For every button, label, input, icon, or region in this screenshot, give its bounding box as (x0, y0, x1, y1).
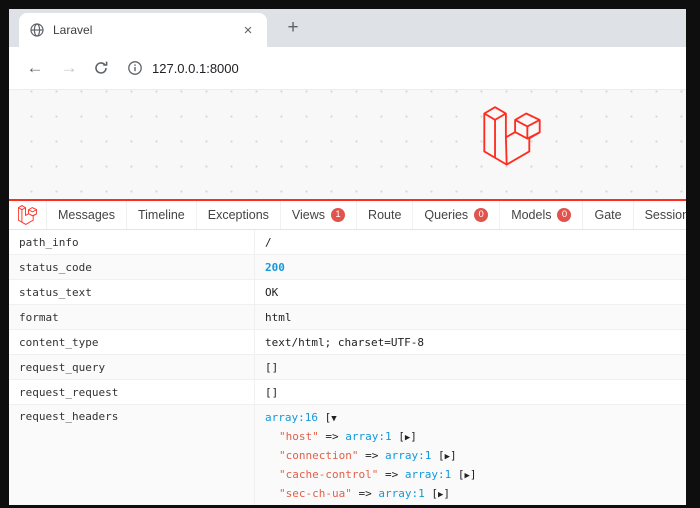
row-value: OK (265, 285, 279, 299)
dump-type: array:1 (378, 487, 425, 500)
tab-timeline[interactable]: Timeline (127, 201, 197, 229)
tab-label: Gate (594, 208, 622, 222)
dump-bracket: ] (410, 430, 417, 443)
tab-views[interactable]: Views 1 (281, 201, 358, 229)
browser-tab-bar: Laravel × + (9, 9, 686, 47)
expand-toggle[interactable]: [▶] (398, 430, 417, 443)
dump-arrow: => (358, 487, 372, 500)
address-bar[interactable]: 127.0.0.1:8000 (127, 60, 239, 76)
table-row: request_query [] (9, 355, 686, 380)
tab-close-icon[interactable]: × (239, 22, 257, 39)
browser-tab[interactable]: Laravel × (19, 13, 267, 47)
queries-count-badge: 0 (474, 208, 489, 222)
collapse-toggle-icon[interactable]: ▼ (331, 414, 336, 424)
table-row: format html (9, 305, 686, 330)
dump-bracket: ] (443, 487, 451, 500)
screen-frame: Laravel × + ← → 127.0.0.1:8000 Messages … (0, 0, 700, 508)
page-content (9, 90, 686, 199)
debugbar-tabs: Messages Timeline Exceptions Views 1 Rout… (9, 201, 686, 230)
browser-window: Laravel × + ← → 127.0.0.1:8000 Messages … (9, 9, 686, 505)
table-row: status_text OK (9, 280, 686, 305)
dump-arrow: => (325, 430, 339, 443)
expand-toggle[interactable]: [▶] (438, 449, 457, 462)
dump-type: array:1 (404, 468, 452, 481)
dump-bracket: [ (398, 430, 405, 443)
dump-type: array:1 (345, 430, 392, 443)
dump-key: "connection" (279, 449, 359, 462)
dump-root-line: array:16 [▼ (265, 409, 477, 428)
dump-entry: "host" => array:1 [▶] (265, 428, 477, 447)
tab-label: Exceptions (207, 208, 269, 222)
row-value: text/html; charset=UTF-8 (265, 335, 424, 349)
dump-key: "sec-ch-ua" (279, 487, 352, 500)
row-key: status_text (9, 280, 255, 304)
laravel-logo (483, 106, 541, 166)
reload-button[interactable] (93, 60, 109, 76)
globe-icon (29, 22, 45, 38)
tab-models[interactable]: Models 0 (500, 201, 584, 229)
table-row: request_request [] (9, 380, 686, 405)
dump-key: "cache-control" (279, 468, 379, 481)
dump-type: array:16 (265, 411, 318, 424)
tab-messages[interactable]: Messages (47, 201, 127, 229)
tab-session[interactable]: Session (634, 201, 686, 229)
dump-bracket: [ (431, 487, 438, 500)
row-key: status_code (9, 255, 255, 279)
tab-label: Session (644, 208, 686, 222)
new-tab-button[interactable]: + (281, 17, 305, 41)
tab-label: Messages (58, 208, 115, 222)
row-key: request_headers (9, 405, 255, 505)
dump-type: array:1 (384, 449, 432, 462)
tab-label: Queries (424, 208, 469, 222)
row-key: request_request (9, 380, 255, 404)
tab-route[interactable]: Route (357, 201, 414, 229)
tab-queries[interactable]: Queries 0 (413, 201, 501, 229)
row-key: path_info (9, 230, 255, 254)
row-key: content_type (9, 330, 255, 354)
info-icon[interactable] (127, 60, 143, 76)
back-button[interactable]: ← (25, 58, 45, 78)
row-value: 200 (265, 260, 285, 274)
dump-bracket: ] (469, 468, 477, 481)
dump-key: "host" (279, 430, 319, 443)
models-count-badge: 0 (557, 208, 572, 222)
row-key: format (9, 305, 255, 329)
url-text[interactable]: 127.0.0.1:8000 (152, 61, 239, 76)
table-row: path_info / (9, 230, 686, 255)
row-value: [] (265, 385, 279, 399)
row-value: html (265, 310, 292, 324)
laravel-debugbar: Messages Timeline Exceptions Views 1 Rout… (9, 199, 686, 505)
row-value: [] (265, 360, 279, 374)
dump-bracket: [ (437, 449, 445, 462)
tab-label: Timeline (137, 208, 185, 222)
expand-toggle[interactable]: [▶] (458, 468, 477, 481)
browser-toolbar: ← → 127.0.0.1:8000 (9, 47, 686, 90)
request-panel: path_info / status_code 200 status_text … (9, 230, 686, 505)
tab-exceptions[interactable]: Exceptions (197, 201, 281, 229)
dump-entry: "connection" => array:1 [▶] (265, 447, 477, 466)
expand-toggle[interactable]: [▶] (431, 487, 450, 500)
laravel-icon (18, 205, 37, 225)
views-count-badge: 1 (331, 208, 346, 222)
table-row: content_type text/html; charset=UTF-8 (9, 330, 686, 355)
dump-arrow: => (365, 449, 379, 462)
headers-dump-tree: array:16 [▼ "host" => array:1 [▶] "conne… (255, 405, 477, 505)
dump-entry: "cache-control" => array:1 [▶] (265, 466, 477, 485)
dump-entry: "sec-ch-ua" => array:1 [▶] (265, 485, 477, 504)
debugbar-home-tab[interactable] (9, 201, 47, 229)
forward-button[interactable]: → (59, 58, 79, 78)
tab-label: Views (291, 208, 326, 222)
tab-label: Models (511, 208, 552, 222)
dump-arrow: => (384, 468, 399, 481)
dump-bracket: ] (450, 449, 457, 462)
table-row: status_code 200 (9, 255, 686, 280)
table-row-request-headers: request_headers array:16 [▼ "host" => ar… (9, 405, 686, 505)
tab-gate[interactable]: Gate (583, 201, 634, 229)
row-key: request_query (9, 355, 255, 379)
tab-title: Laravel (53, 23, 93, 37)
row-value: / (265, 235, 272, 249)
tab-label: Route (368, 208, 402, 222)
